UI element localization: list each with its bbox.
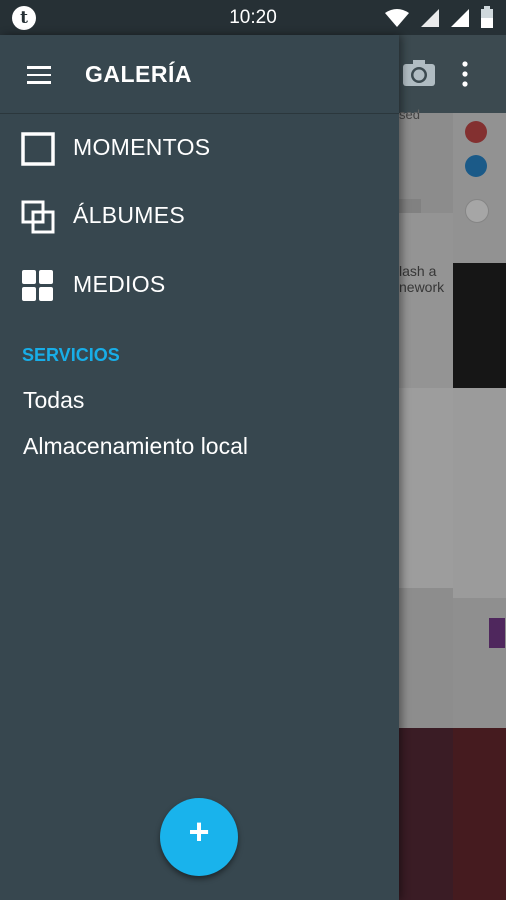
nav-item-label: MOMENTOS	[73, 134, 211, 160]
camera-icon[interactable]	[402, 59, 435, 86]
albums-icon	[21, 200, 55, 234]
service-item-todas[interactable]: Todas	[0, 381, 399, 421]
nav-item-label: MEDIOS	[73, 271, 166, 297]
drawer-header: GALERÍA	[0, 35, 399, 114]
more-vert-icon[interactable]	[462, 61, 468, 87]
service-item-label: Todas	[23, 387, 85, 413]
status-bar: t 10:20	[0, 0, 506, 35]
status-icons	[384, 6, 494, 28]
media-grid-icon	[21, 269, 55, 303]
moments-icon	[21, 132, 55, 166]
signal-icon-2	[451, 9, 469, 27]
nav-item-medios[interactable]: MEDIOS	[0, 257, 399, 313]
nav-item-label: ÁLBUMES	[73, 202, 186, 228]
page-title: GALERÍA	[85, 61, 192, 87]
nav-item-momentos[interactable]: MOMENTOS	[0, 120, 399, 176]
battery-icon	[481, 6, 493, 28]
service-item-label: Almacenamiento local	[23, 433, 249, 459]
section-header-servicios: SERVICIOS	[22, 345, 120, 365]
drawer-scrim[interactable]	[399, 113, 506, 900]
add-fab-button[interactable]: +	[160, 798, 238, 876]
service-item-almacenamiento-local[interactable]: Almacenamiento local	[0, 427, 399, 467]
wifi-icon	[385, 9, 409, 27]
add-icon: +	[188, 811, 210, 852]
nav-item-albumes[interactable]: ÁLBUMES	[0, 188, 399, 244]
signal-icon	[421, 9, 439, 27]
menu-icon[interactable]	[27, 66, 51, 84]
toolbar-actions	[396, 35, 506, 113]
navigation-drawer: GALERÍA MOMENTOS ÁLBUMES MEDIOS SERVICIO…	[0, 35, 399, 900]
